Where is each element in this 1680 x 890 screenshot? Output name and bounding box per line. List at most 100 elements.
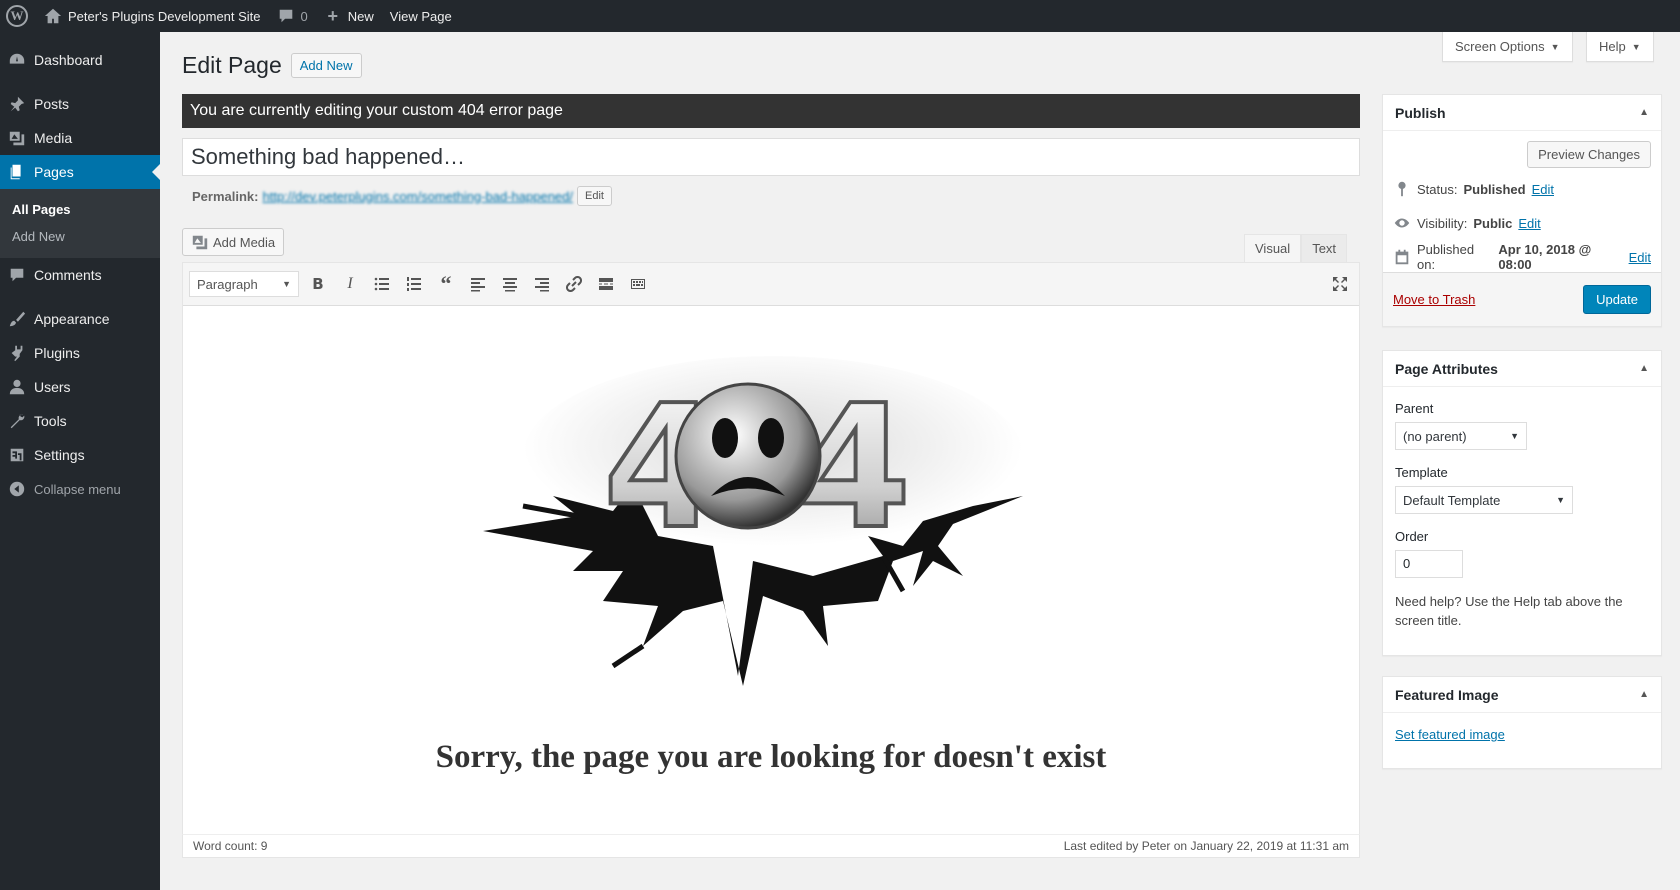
bold-button[interactable]: B bbox=[305, 271, 331, 297]
sidebar-item-pages[interactable]: Pages bbox=[0, 155, 160, 189]
update-button[interactable]: Update bbox=[1583, 285, 1651, 314]
permalink-url[interactable]: http://dev.peterplugins.com/something-ba… bbox=[262, 189, 573, 204]
tab-visual[interactable]: Visual bbox=[1244, 234, 1302, 262]
editor-tabs: Visual Text bbox=[1244, 234, 1348, 262]
submenu-add-new[interactable]: Add New bbox=[0, 223, 160, 250]
collapse-arrow-icon[interactable]: ▲ bbox=[1639, 689, 1649, 700]
sidebar-item-label: Media bbox=[34, 130, 73, 146]
italic-button[interactable]: I bbox=[337, 271, 363, 297]
visibility-label: Visibility: bbox=[1417, 215, 1468, 231]
editor-status-bar: Word count: 9 Last edited by Peter on Ja… bbox=[182, 834, 1360, 858]
editor-toolbar: Paragraph ▼ B I “ bbox=[183, 263, 1359, 306]
bullet-list-icon bbox=[374, 277, 389, 291]
last-edited: Last edited by Peter on January 22, 2019… bbox=[1063, 839, 1349, 853]
content-heading: Sorry, the page you are looking for does… bbox=[435, 739, 1107, 775]
help-button[interactable]: Help ▼ bbox=[1586, 32, 1654, 62]
editor-content[interactable]: 4 4 Sorry, the page you are looking for … bbox=[183, 306, 1359, 836]
collapse-arrow-icon[interactable]: ▲ bbox=[1639, 363, 1649, 374]
help-text: Need help? Use the Help tab above the sc… bbox=[1395, 594, 1623, 628]
template-select[interactable]: Default Template ▼ bbox=[1395, 486, 1573, 514]
sidebar-item-appearance[interactable]: Appearance bbox=[0, 302, 160, 336]
align-left-button[interactable] bbox=[465, 271, 491, 297]
fullscreen-button[interactable] bbox=[1327, 271, 1353, 297]
sidebar-item-settings[interactable]: Settings bbox=[0, 438, 160, 472]
order-input[interactable]: 0 bbox=[1395, 550, 1463, 578]
align-right-button[interactable] bbox=[529, 271, 555, 297]
set-featured-image-link[interactable]: Set featured image bbox=[1395, 727, 1505, 742]
visibility-edit-link[interactable]: Edit bbox=[1518, 216, 1540, 231]
format-select[interactable]: Paragraph ▼ bbox=[189, 271, 299, 297]
view-page-link[interactable]: View Page bbox=[382, 0, 460, 32]
content-editor: Paragraph ▼ B I “ 4 4 Sorry, the page yo… bbox=[182, 262, 1360, 858]
order-label: Order bbox=[1395, 529, 1429, 544]
pages-submenu: All Pages Add New bbox=[0, 189, 160, 258]
new-content-link[interactable]: + New bbox=[316, 0, 382, 32]
insert-link-button[interactable] bbox=[561, 271, 587, 297]
sidebar-item-media[interactable]: Media bbox=[0, 121, 160, 155]
collapse-menu-button[interactable]: Collapse menu bbox=[0, 472, 160, 506]
wp-logo-menu[interactable]: W bbox=[0, 0, 36, 32]
blockquote-button[interactable]: “ bbox=[433, 271, 459, 297]
page-attributes-header[interactable]: Page Attributes ▲ bbox=[1383, 351, 1661, 387]
collapse-arrow-icon bbox=[8, 480, 26, 498]
status-edit-link[interactable]: Edit bbox=[1532, 182, 1554, 197]
sidebar-item-label: Users bbox=[34, 379, 71, 395]
align-center-button[interactable] bbox=[497, 271, 523, 297]
caret-down-icon: ▼ bbox=[1550, 41, 1560, 52]
move-to-trash-link[interactable]: Move to Trash bbox=[1393, 292, 1475, 307]
site-name-link[interactable]: Peter's Plugins Development Site bbox=[36, 0, 269, 32]
site-name: Peter's Plugins Development Site bbox=[68, 8, 261, 24]
dashboard-icon bbox=[8, 51, 26, 69]
screen-options-label: Screen Options bbox=[1455, 39, 1545, 54]
comments-link[interactable]: 0 bbox=[269, 0, 316, 32]
sidebar-item-tools[interactable]: Tools bbox=[0, 404, 160, 438]
link-icon bbox=[566, 276, 582, 292]
media-icon bbox=[191, 233, 209, 251]
collapse-arrow-icon[interactable]: ▲ bbox=[1639, 107, 1649, 118]
visibility-value: Public bbox=[1473, 215, 1513, 231]
sidebar-item-plugins[interactable]: Plugins bbox=[0, 336, 160, 370]
add-new-button[interactable]: Add New bbox=[290, 53, 362, 78]
featured-image-header[interactable]: Featured Image ▲ bbox=[1383, 677, 1661, 713]
add-media-button[interactable]: Add Media bbox=[182, 228, 285, 256]
status-label: Status: bbox=[1417, 181, 1458, 197]
parent-select[interactable]: (no parent) ▼ bbox=[1395, 422, 1527, 450]
eye-icon bbox=[1393, 214, 1411, 232]
sidebar-item-users[interactable]: Users bbox=[0, 370, 160, 404]
publish-box-header[interactable]: Publish ▲ bbox=[1383, 95, 1661, 131]
template-label: Template bbox=[1395, 465, 1448, 480]
template-select-value: Default Template bbox=[1403, 492, 1501, 508]
status-row: Status: Published Edit bbox=[1383, 172, 1661, 206]
tab-text[interactable]: Text bbox=[1301, 234, 1348, 262]
numbered-list-button[interactable] bbox=[401, 271, 427, 297]
read-more-icon bbox=[599, 278, 613, 290]
caret-down-icon: ▼ bbox=[1556, 495, 1565, 505]
preview-changes-button[interactable]: Preview Changes bbox=[1527, 141, 1651, 168]
sidebar-item-comments[interactable]: Comments bbox=[0, 258, 160, 292]
italic-icon: I bbox=[347, 275, 353, 292]
wordpress-logo-icon: W bbox=[6, 5, 28, 27]
post-title-input[interactable]: Something bad happened… bbox=[182, 138, 1360, 176]
align-right-icon bbox=[535, 278, 549, 292]
caret-down-icon: ▼ bbox=[1631, 41, 1641, 52]
quote-icon: “ bbox=[440, 271, 452, 296]
editing-notice: You are currently editing your custom 40… bbox=[182, 94, 1360, 128]
read-more-button[interactable] bbox=[593, 271, 619, 297]
toolbar-toggle-button[interactable] bbox=[625, 271, 651, 297]
sidebar-item-label: Settings bbox=[34, 447, 85, 463]
sidebar-item-dashboard[interactable]: Dashboard bbox=[0, 43, 160, 77]
pages-icon bbox=[8, 163, 26, 181]
sidebar-item-posts[interactable]: Posts bbox=[0, 87, 160, 121]
new-label: New bbox=[347, 8, 374, 24]
permalink-edit-button[interactable]: Edit bbox=[577, 186, 612, 206]
pin-icon bbox=[1393, 180, 1411, 198]
comment-icon bbox=[277, 7, 295, 25]
submenu-all-pages[interactable]: All Pages bbox=[0, 196, 160, 223]
screen-options-button[interactable]: Screen Options ▼ bbox=[1442, 32, 1573, 62]
admin-bar: W Peter's Plugins Development Site 0 + N… bbox=[0, 0, 1680, 32]
media-icon bbox=[8, 129, 26, 147]
404-error-image: 4 4 bbox=[483, 356, 1023, 686]
published-edit-link[interactable]: Edit bbox=[1629, 250, 1651, 265]
bullet-list-button[interactable] bbox=[369, 271, 395, 297]
page-attributes-title: Page Attributes bbox=[1395, 360, 1498, 377]
